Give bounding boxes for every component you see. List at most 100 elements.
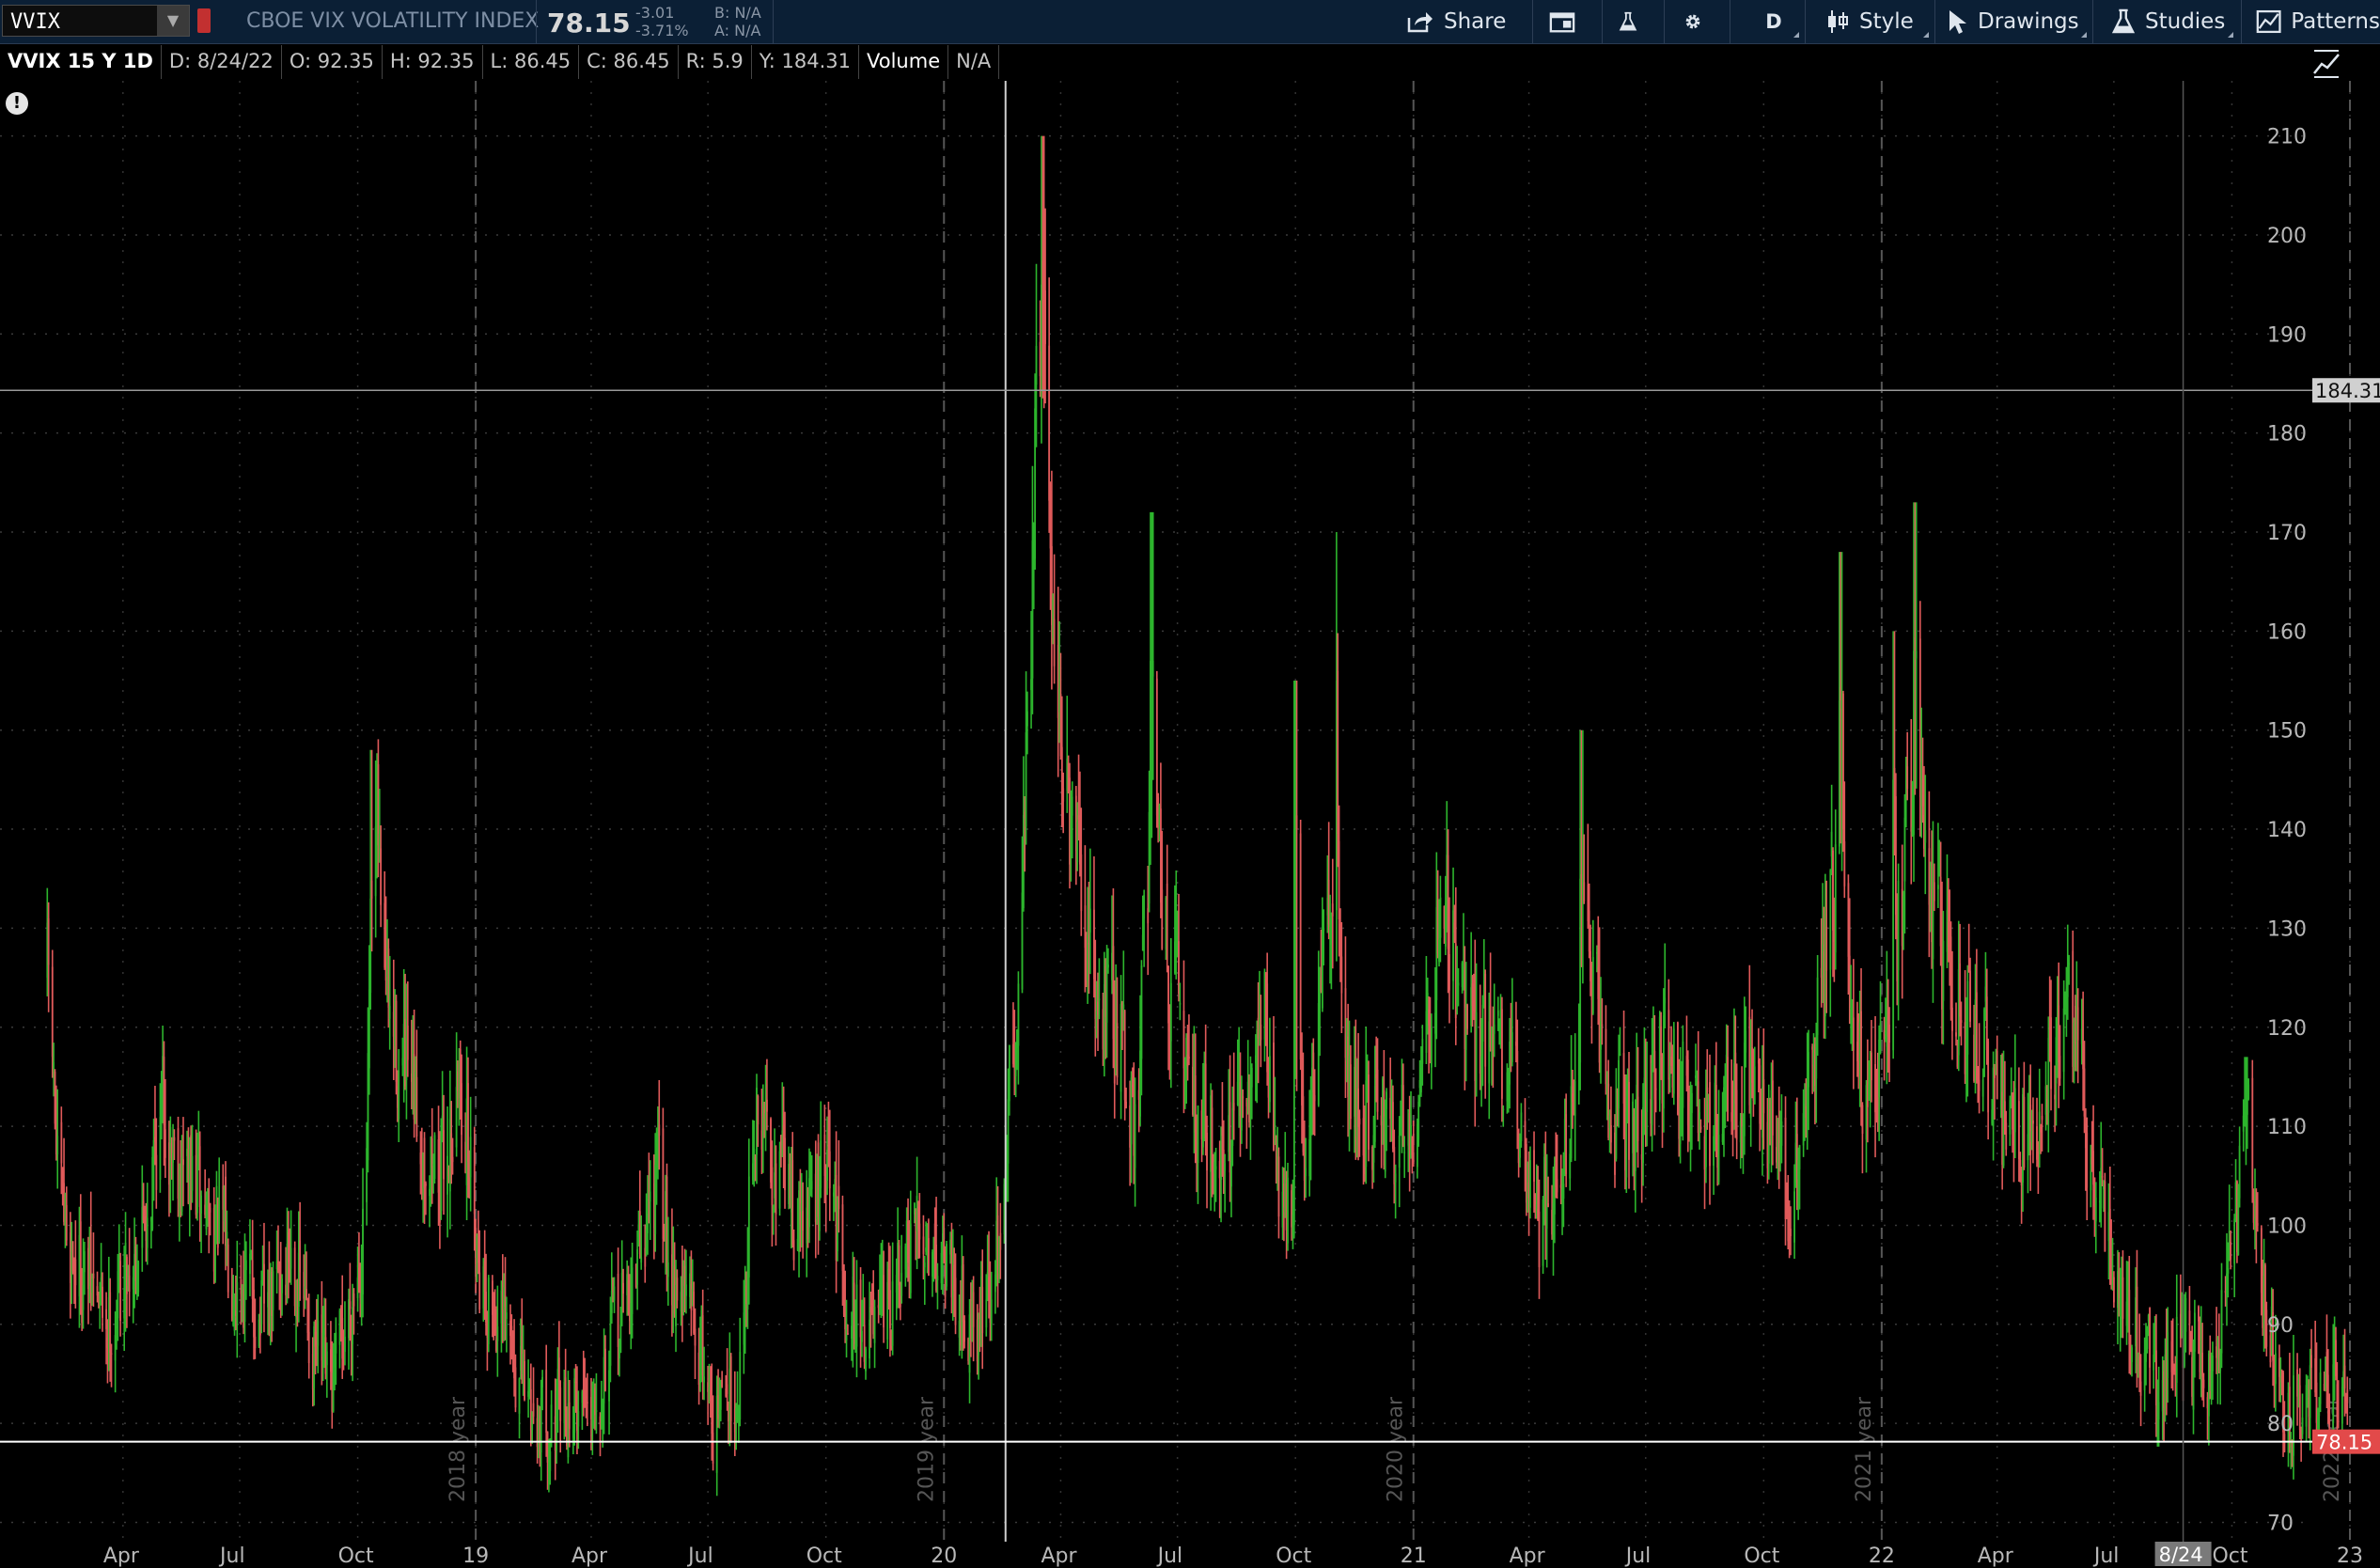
candle-body [550, 1404, 553, 1441]
price-chart[interactable]: 2018 year 2019 year 2020 year 2021 year 20 22… [0, 0, 2380, 1568]
candle-body [676, 1278, 679, 1301]
candle-body [1966, 980, 1969, 1055]
candle-body [1134, 1104, 1136, 1168]
last-price-label: 78.15 [2316, 1432, 2372, 1454]
candle-body [1161, 889, 1164, 949]
candle-body [923, 1262, 926, 1268]
chart-overlays: 184.31 78.15 8/24 [0, 81, 2380, 1566]
candle-body [1260, 1024, 1262, 1041]
candle-body [2005, 1122, 2008, 1150]
candle-body [1933, 882, 1935, 902]
candle-body [349, 1301, 352, 1309]
volume-value: N/A [948, 45, 1000, 79]
warning-icon[interactable]: ! [6, 92, 28, 115]
time-tick-label: Jul [686, 1544, 713, 1568]
year-label: 2019 year [915, 1396, 938, 1502]
time-tick-label: Jul [1624, 1544, 1652, 1568]
price-tick-label: 80 [2267, 1413, 2294, 1436]
candle-body [1511, 1032, 1513, 1062]
candle-body [1430, 1027, 1433, 1068]
candle-body [352, 1293, 355, 1307]
time-tick-label: 22 [1869, 1544, 1895, 1568]
candle-body [2149, 1308, 2152, 1368]
candle-body [119, 1261, 121, 1322]
candle-body [726, 1384, 728, 1394]
candle-body [861, 1330, 863, 1342]
candle-body [685, 1284, 687, 1296]
candle-body [2175, 1316, 2178, 1384]
candle-body [990, 1299, 993, 1325]
candle-body [775, 1163, 777, 1215]
candle-body [1305, 1168, 1307, 1177]
candle-body [1053, 619, 1056, 666]
candle-body [109, 1292, 112, 1354]
candle-body [719, 1386, 722, 1410]
candle-body [2233, 1218, 2236, 1264]
candle-body [802, 1211, 805, 1231]
price-tick-label: 70 [2267, 1513, 2294, 1536]
candle-body [609, 1323, 612, 1366]
candle-body [415, 1076, 418, 1137]
date-value: D: 8/24/22 [162, 45, 282, 79]
candle-body [467, 1083, 469, 1162]
candle-body [344, 1336, 346, 1353]
candle-body [747, 1176, 750, 1278]
candle-body [792, 1240, 795, 1261]
candle-body [317, 1321, 320, 1346]
time-tick-label: Jul [218, 1544, 245, 1568]
chart-settings-button[interactable] [2309, 47, 2344, 79]
candle-body [1098, 998, 1101, 1000]
candle-body [1349, 1064, 1352, 1120]
price-tick-label: 140 [2267, 819, 2307, 842]
candle-body [1672, 1028, 1675, 1094]
candle-body [1706, 1087, 1709, 1092]
time-tick-label: Apr [1510, 1544, 1546, 1568]
candle-body [1709, 1082, 1711, 1167]
candle-body [1987, 1041, 1990, 1113]
candle-body [2136, 1286, 2138, 1354]
candle-body [260, 1280, 263, 1325]
candle-body [1520, 1112, 1523, 1141]
candle-body [883, 1275, 885, 1328]
candle-body [1166, 883, 1168, 961]
price-tick-label: 190 [2267, 323, 2307, 347]
candle-body [496, 1326, 499, 1341]
candle-body [631, 1267, 634, 1315]
candle-body [227, 1244, 229, 1293]
candle-body [47, 917, 50, 965]
candle-body [557, 1357, 560, 1382]
candle-body [662, 1128, 665, 1239]
candle-body [1151, 660, 1154, 677]
time-tick-label: Apr [103, 1544, 140, 1568]
candle-body [2188, 1310, 2191, 1325]
candle-body [1888, 1024, 1890, 1043]
candle-body [65, 1204, 68, 1241]
candle-body [1619, 1054, 1621, 1056]
candle-body [2212, 1355, 2214, 1372]
candle-body [810, 1181, 813, 1189]
candle-body [2059, 1056, 2061, 1079]
candle-body [2310, 1355, 2312, 1368]
candle-body [2247, 1084, 2250, 1100]
candle-body [1897, 881, 1900, 971]
candle-body [425, 1183, 427, 1186]
candle-body [1088, 908, 1091, 933]
candle-body [918, 1223, 921, 1240]
candle-body [1017, 983, 1020, 1046]
price-axis: 70 80 90 100 110 120 130 140 150 160 170 180 190 200 2… [2267, 126, 2307, 1536]
candle-body [2017, 1101, 2020, 1159]
candle-body [92, 1273, 95, 1279]
candle-body [440, 1140, 443, 1212]
candle-body [1529, 1160, 1531, 1208]
candle-body [1044, 290, 1046, 345]
y-value: Y: 184.31 [752, 45, 860, 79]
candle-body [1214, 1166, 1217, 1170]
candle-body [855, 1284, 858, 1347]
candle-body [820, 1140, 822, 1188]
candle-body [1398, 1135, 1401, 1168]
candle-body [595, 1410, 598, 1413]
candle-body [1654, 1088, 1657, 1090]
candle-body [1699, 1126, 1702, 1130]
candle-body [981, 1287, 984, 1334]
candle-body [1421, 1039, 1424, 1064]
